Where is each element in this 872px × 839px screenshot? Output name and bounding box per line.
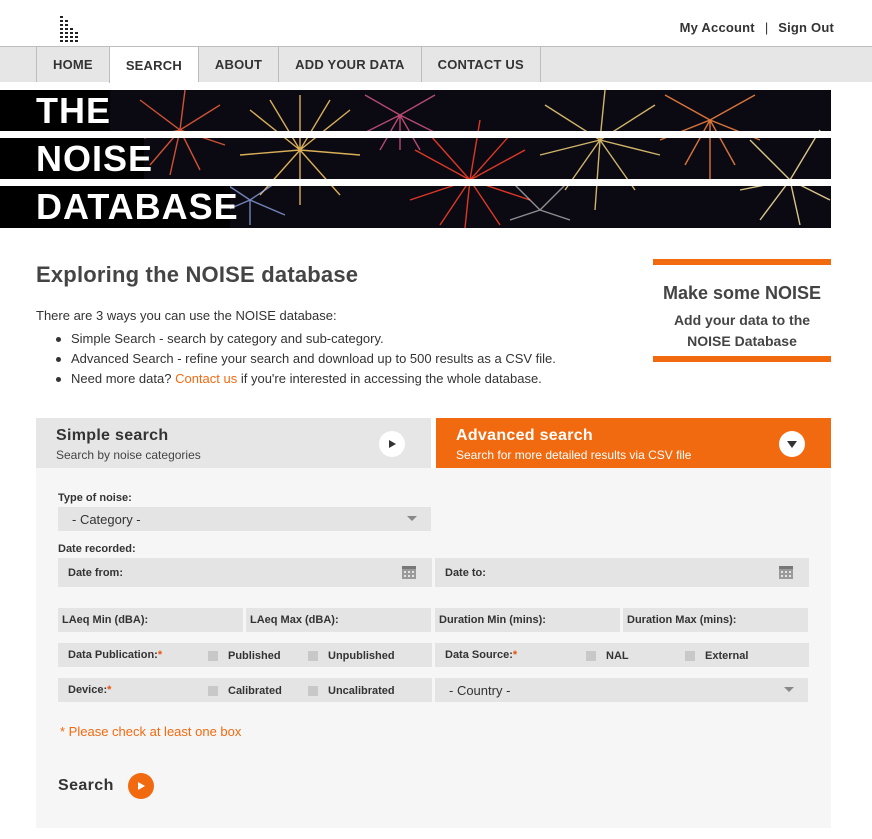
- date-to-label: Date to:: [445, 566, 486, 579]
- hero-banner: THE NOISE DATABASE: [0, 90, 872, 228]
- duration-min-field[interactable]: Duration Min (mins):: [435, 608, 620, 632]
- link-separator: |: [764, 20, 769, 35]
- advanced-search-subtitle: Search for more detailed results via CSV…: [456, 448, 692, 462]
- search-button[interactable]: Search: [58, 773, 154, 799]
- uncalibrated-checkbox[interactable]: Uncalibrated: [308, 685, 395, 697]
- cta-line: Add your data to the: [673, 312, 811, 328]
- cta-title: Make some NOISE: [662, 283, 822, 303]
- unpublished-label: Unpublished: [328, 650, 395, 662]
- list-item-text: if you're interested in accessing the wh…: [237, 371, 542, 386]
- calibrated-label: Calibrated: [228, 685, 282, 697]
- duration-min-label: Duration Min (mins):: [439, 614, 546, 626]
- device-label: Device:: [68, 684, 108, 696]
- equalizer-logo-icon[interactable]: [58, 16, 82, 44]
- validation-note: * Please check at least one box: [60, 724, 242, 739]
- banner-word-the: THE: [0, 90, 110, 131]
- advanced-search-tab[interactable]: Advanced search Search for more detailed…: [436, 418, 831, 468]
- play-icon[interactable]: [127, 773, 154, 799]
- advanced-search-form: Type of noise: - Category - Date recorde…: [36, 468, 831, 828]
- simple-search-subtitle: Search by noise categories: [56, 448, 201, 462]
- calendar-icon[interactable]: [402, 565, 416, 579]
- type-of-noise-label: Type of noise:: [58, 492, 132, 504]
- top-bar: My Account | Sign Out: [0, 0, 872, 46]
- category-select-value: - Category -: [72, 511, 141, 527]
- laeq-max-field[interactable]: LAeq Max (dBA):: [246, 608, 431, 632]
- advanced-search-title: Advanced search: [456, 427, 594, 444]
- play-icon[interactable]: [379, 431, 405, 457]
- category-select[interactable]: - Category -: [58, 507, 431, 531]
- date-recorded-label: Date recorded:: [58, 543, 136, 555]
- checkbox-box[interactable]: [308, 686, 318, 696]
- published-checkbox[interactable]: Published: [208, 650, 281, 662]
- nal-checkbox[interactable]: NAL: [586, 650, 629, 662]
- make-some-noise-box[interactable]: Make some NOISE Add your data to the NOI…: [653, 259, 831, 362]
- list-item: Advanced Search - refine your search and…: [56, 350, 556, 370]
- list-item: Need more data? Contact us if you're int…: [56, 370, 556, 390]
- data-source-label: Data Source:: [445, 649, 513, 661]
- checkbox-box[interactable]: [208, 651, 218, 661]
- nav-item-home[interactable]: HOME: [36, 47, 109, 82]
- unpublished-checkbox[interactable]: Unpublished: [308, 650, 395, 662]
- uncalibrated-label: Uncalibrated: [328, 685, 395, 697]
- date-to-field[interactable]: Date to:: [435, 558, 809, 587]
- intro-list: Simple Search - search by category and s…: [56, 330, 556, 390]
- nav-item-search[interactable]: SEARCH: [108, 47, 198, 83]
- cta-subtitle: Add your data to the NOISE Database: [653, 310, 831, 352]
- main-nav: HOME SEARCH ABOUT ADD YOUR DATA CONTACT …: [0, 46, 872, 83]
- data-publication-label: Data Publication:: [68, 649, 158, 661]
- my-account-link[interactable]: My Account: [680, 20, 755, 35]
- checkbox-box[interactable]: [586, 651, 596, 661]
- list-item-text: Need more data?: [71, 371, 176, 386]
- simple-search-tab[interactable]: Simple search Search by noise categories: [36, 418, 431, 468]
- nav-item-about[interactable]: ABOUT: [197, 47, 278, 82]
- sign-out-link[interactable]: Sign Out: [778, 20, 834, 35]
- intro-lead: There are 3 ways you can use the NOISE d…: [36, 308, 337, 323]
- checkbox-box[interactable]: [308, 651, 318, 661]
- calibrated-checkbox[interactable]: Calibrated: [208, 685, 282, 697]
- search-button-label: Search: [58, 777, 114, 794]
- date-from-label: Date from:: [68, 566, 124, 579]
- external-label: External: [705, 650, 749, 662]
- chevron-down-icon: [784, 687, 794, 692]
- country-select[interactable]: - Country -: [435, 678, 808, 702]
- required-mark: *: [157, 649, 163, 661]
- required-mark: *: [107, 684, 112, 696]
- list-item: Simple Search - search by category and s…: [56, 330, 556, 350]
- required-mark: *: [512, 649, 518, 661]
- nal-label: NAL: [606, 650, 629, 662]
- country-select-value: - Country -: [449, 682, 511, 698]
- checkbox-box[interactable]: [208, 686, 218, 696]
- duration-max-field[interactable]: Duration Max (mins):: [623, 608, 808, 632]
- external-checkbox[interactable]: External: [685, 650, 748, 662]
- banner-word-noise: NOISE: [0, 138, 152, 179]
- laeq-min-label: LAeq Min (dBA):: [62, 614, 149, 626]
- banner-word-database: DATABASE: [0, 186, 238, 228]
- contact-us-link[interactable]: Contact us: [175, 371, 237, 386]
- account-links: My Account | Sign Out: [680, 20, 834, 35]
- chevron-down-icon: [407, 516, 417, 521]
- page-title: Exploring the NOISE database: [36, 262, 359, 287]
- banner-stripe: [0, 179, 872, 186]
- checkbox-box[interactable]: [685, 651, 695, 661]
- nav-item-contact-us[interactable]: CONTACT US: [420, 47, 541, 82]
- nav-item-add-your-data[interactable]: ADD YOUR DATA: [278, 47, 421, 82]
- laeq-max-label: LAeq Max (dBA):: [250, 614, 339, 626]
- simple-search-title: Simple search: [56, 427, 169, 444]
- published-label: Published: [228, 650, 281, 662]
- date-from-field[interactable]: Date from:: [58, 558, 432, 587]
- laeq-min-field[interactable]: LAeq Min (dBA):: [58, 608, 243, 632]
- calendar-icon[interactable]: [779, 565, 793, 579]
- cta-line: NOISE Database: [687, 333, 797, 349]
- duration-max-label: Duration Max (mins):: [627, 614, 737, 626]
- chevron-down-icon[interactable]: [779, 431, 805, 457]
